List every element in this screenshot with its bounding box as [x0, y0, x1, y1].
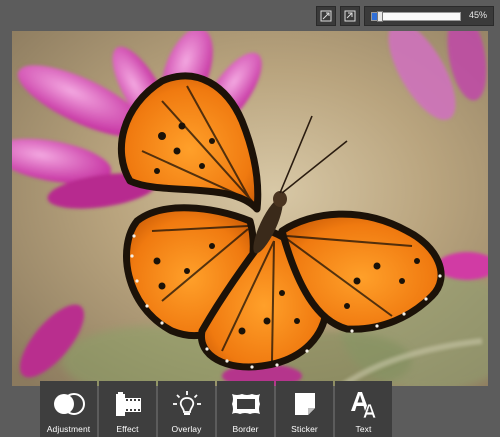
fit-screen-icon	[320, 10, 332, 22]
effect-button[interactable]: Effect	[99, 381, 156, 437]
adjustment-icon	[52, 389, 86, 419]
zoom-percent-label: 45%	[468, 10, 487, 20]
top-bar: 45%	[0, 0, 500, 30]
sticker-button[interactable]: Sticker	[276, 381, 333, 437]
overlay-button[interactable]: Overlay	[158, 381, 215, 437]
actual-size-icon	[344, 10, 356, 22]
text-button[interactable]: Text	[335, 381, 392, 437]
zoom-slider[interactable]	[371, 11, 461, 22]
overlay-bulb-icon	[170, 389, 204, 419]
border-label: Border	[232, 424, 259, 434]
fit-to-screen-button[interactable]	[316, 6, 336, 26]
border-button[interactable]: Border	[217, 381, 274, 437]
bottom-toolbar: Adjustment Effect Overlay Border Sticker…	[40, 381, 392, 437]
zoom-slider-thumb[interactable]	[377, 11, 383, 22]
sticker-label: Sticker	[291, 424, 318, 434]
border-frame-icon	[229, 389, 263, 419]
adjustment-button[interactable]: Adjustment	[40, 381, 97, 437]
sticker-icon	[288, 389, 322, 419]
text-label: Text	[355, 424, 372, 434]
overlay-label: Overlay	[171, 424, 202, 434]
butterfly-photo	[12, 31, 488, 386]
adjustment-label: Adjustment	[46, 424, 91, 434]
effect-film-icon	[111, 389, 145, 419]
zoom-control: 45%	[364, 6, 494, 26]
effect-label: Effect	[116, 424, 139, 434]
actual-size-button[interactable]	[340, 6, 360, 26]
text-icon	[347, 389, 381, 419]
photo-canvas[interactable]	[12, 31, 488, 386]
